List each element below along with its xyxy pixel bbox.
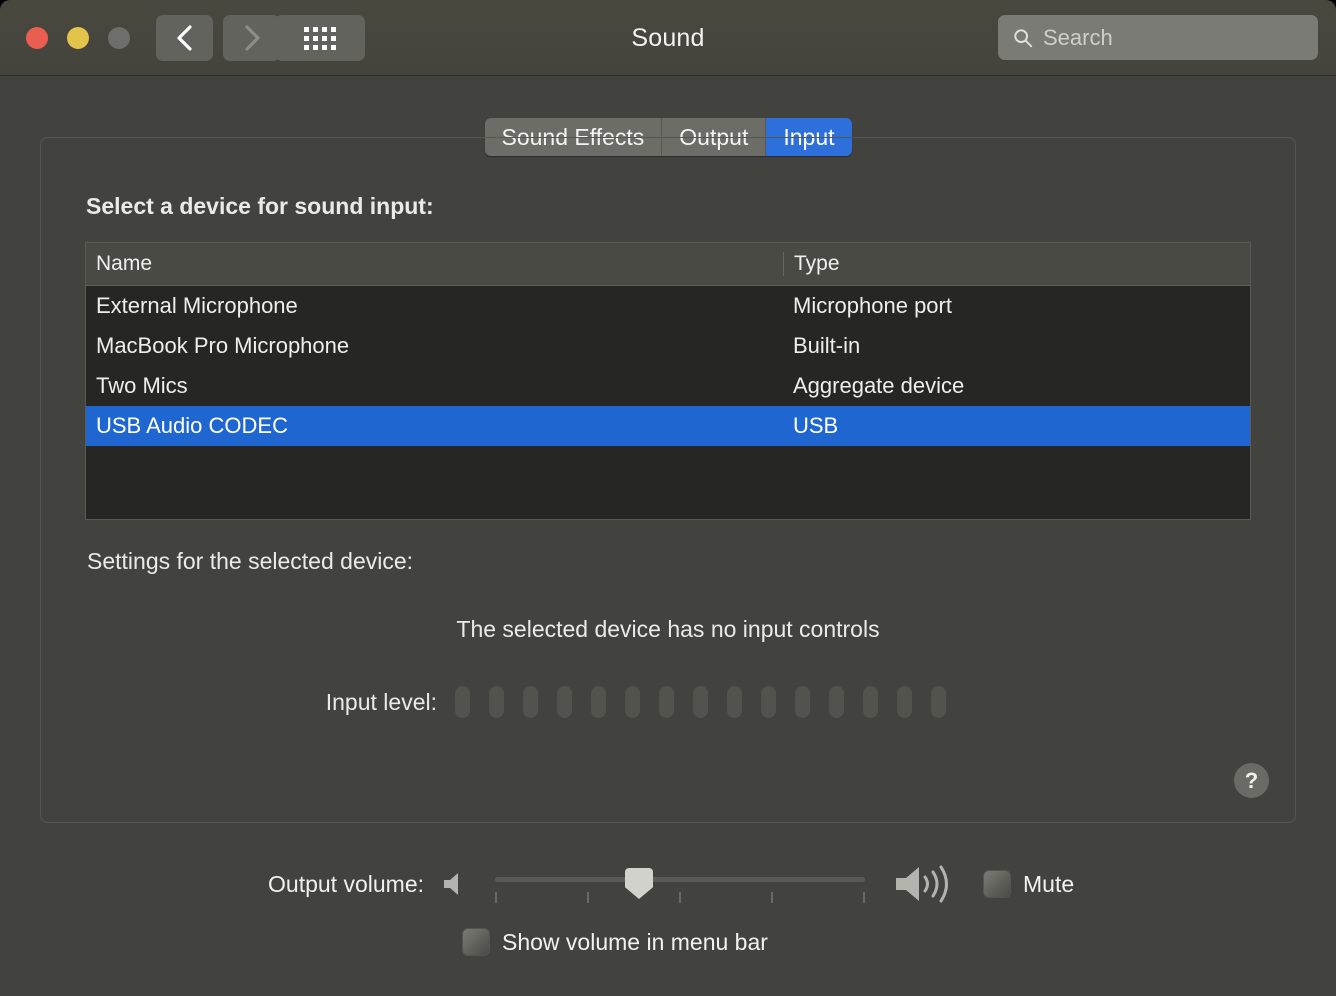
search-field[interactable]: Search xyxy=(998,15,1318,60)
column-header-type[interactable]: Type xyxy=(783,252,1250,276)
device-name: External Microphone xyxy=(96,293,298,318)
sound-preferences-window: Sound Search Sound Effects Output Input … xyxy=(0,0,1336,996)
input-settings-panel: Select a device for sound input: Name Ty… xyxy=(40,137,1296,823)
level-segment xyxy=(931,686,946,718)
table-header-row: Name Type xyxy=(86,243,1250,286)
level-segment xyxy=(591,686,606,718)
level-segment xyxy=(489,686,504,718)
device-type: Microphone port xyxy=(793,293,952,318)
mute-checkbox[interactable] xyxy=(983,870,1011,898)
level-segment xyxy=(659,686,674,718)
device-name: MacBook Pro Microphone xyxy=(96,333,350,358)
level-segment xyxy=(557,686,572,718)
settings-label: Settings for the selected device: xyxy=(87,548,414,574)
slider-track[interactable] xyxy=(495,877,865,882)
table-body: External Microphone Microphone port MacB… xyxy=(86,286,1250,446)
device-name: USB Audio CODEC xyxy=(96,413,288,438)
input-device-table[interactable]: Name Type External Microphone Microphone… xyxy=(85,242,1251,520)
input-level-label: Input level: xyxy=(325,688,437,715)
slider-ticks xyxy=(495,892,865,903)
table-row[interactable]: External Microphone Microphone port xyxy=(86,286,1250,326)
input-level-row: Input level: xyxy=(41,686,1295,718)
level-segment xyxy=(863,686,878,718)
table-row-selected[interactable]: USB Audio CODEC USB xyxy=(86,406,1250,446)
table-row[interactable]: MacBook Pro Microphone Built-in xyxy=(86,326,1250,366)
show-volume-checkbox[interactable] xyxy=(462,928,490,956)
level-segment xyxy=(829,686,844,718)
help-button[interactable]: ? xyxy=(1234,763,1269,798)
show-volume-label: Show volume in menu bar xyxy=(502,928,768,955)
column-header-name[interactable]: Name xyxy=(86,252,783,276)
output-volume-slider[interactable] xyxy=(485,862,875,906)
search-icon xyxy=(1014,28,1033,47)
section-title: Select a device for sound input: xyxy=(86,193,434,219)
device-name: Two Mics xyxy=(96,373,188,398)
search-placeholder: Search xyxy=(1043,24,1113,50)
level-segment xyxy=(693,686,708,718)
table-row[interactable]: Two Mics Aggregate device xyxy=(86,366,1250,406)
level-segment xyxy=(761,686,776,718)
level-segment xyxy=(897,686,912,718)
question-mark-icon: ? xyxy=(1244,767,1259,793)
speaker-loud-icon xyxy=(896,865,948,903)
title-bar: Sound Search xyxy=(0,0,1336,76)
input-level-meter xyxy=(455,686,946,718)
level-segment xyxy=(625,686,640,718)
level-segment xyxy=(727,686,742,718)
device-type: USB xyxy=(793,413,839,438)
speaker-muted-icon xyxy=(444,873,458,895)
output-volume-row: Output volume: Mute xyxy=(0,862,1336,906)
device-type: Aggregate device xyxy=(793,373,965,398)
level-segment xyxy=(795,686,810,718)
mute-control[interactable]: Mute xyxy=(983,870,1074,898)
level-segment xyxy=(455,686,470,718)
device-type: Built-in xyxy=(793,333,861,358)
mute-label: Mute xyxy=(1023,870,1075,897)
no-input-controls-message: The selected device has no input control… xyxy=(456,616,880,642)
show-volume-control[interactable]: Show volume in menu bar xyxy=(462,928,768,956)
level-segment xyxy=(523,686,538,718)
output-volume-label: Output volume: xyxy=(268,870,424,897)
